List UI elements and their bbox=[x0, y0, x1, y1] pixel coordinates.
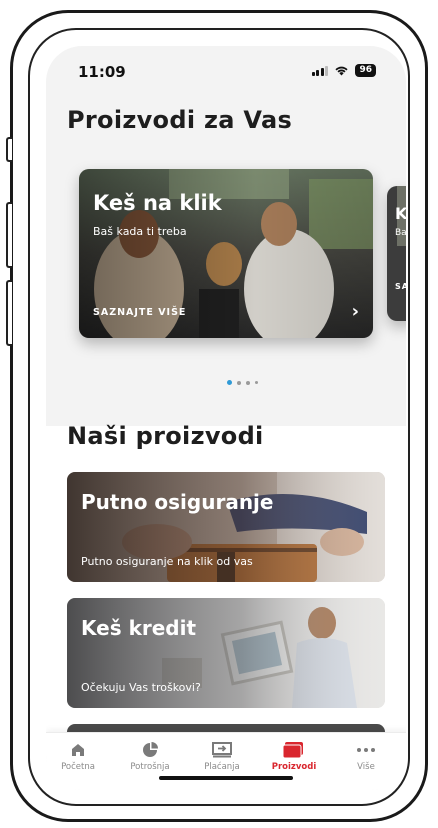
volume-up-button bbox=[6, 202, 12, 268]
tab-label: Proizvodi bbox=[271, 762, 317, 772]
product-title: Putno osiguranje bbox=[81, 490, 274, 514]
carousel-dot-active bbox=[227, 380, 232, 385]
promo-card-next[interactable]: K Ba SAZ bbox=[387, 186, 406, 321]
app-screen: 11:09 96 Proizvodi za Vas Keš na klik Ba… bbox=[46, 46, 406, 790]
transfer-icon bbox=[192, 741, 252, 759]
battery-indicator: 96 bbox=[355, 64, 376, 77]
promo-subtitle: Baš kada ti treba bbox=[93, 225, 187, 238]
volume-down-button bbox=[6, 280, 12, 346]
promo-card-cash-on-click[interactable]: Keš na klik Baš kada ti treba SAZNAJTE V… bbox=[79, 169, 373, 338]
status-bar: 11:09 96 bbox=[46, 46, 406, 90]
tab-more[interactable]: Više bbox=[336, 741, 396, 772]
promo-title: Keš na klik bbox=[93, 191, 222, 215]
wifi-icon bbox=[335, 66, 349, 76]
mute-switch bbox=[6, 137, 12, 162]
card-icon bbox=[264, 741, 324, 759]
promo-next-title: K bbox=[395, 204, 406, 223]
more-icon bbox=[336, 741, 396, 759]
chevron-right-icon[interactable]: › bbox=[352, 301, 359, 322]
tab-label: Plaćanja bbox=[204, 762, 240, 772]
product-card-cash-credit[interactable]: Keš kredit Očekuju Vas troškovi? bbox=[67, 598, 385, 708]
product-card-travel-insurance[interactable]: Putno osiguranje Putno osiguranje na kli… bbox=[67, 472, 385, 582]
home-icon bbox=[48, 741, 108, 759]
status-icons: 96 bbox=[311, 64, 376, 77]
promo-next-subtitle: Ba bbox=[395, 228, 406, 238]
tab-label: Potrošnja bbox=[130, 762, 170, 772]
tab-bar: Početna Potrošnja Plaćanja Proizvodi Viš… bbox=[46, 732, 406, 790]
carousel-dot bbox=[237, 380, 241, 385]
signal-icon bbox=[311, 65, 329, 76]
for-you-title: Proizvodi za Vas bbox=[67, 106, 293, 134]
carousel-indicator[interactable] bbox=[227, 380, 258, 385]
tab-payments[interactable]: Plaćanja bbox=[192, 741, 252, 772]
product-title: Keš kredit bbox=[81, 616, 197, 640]
tab-label: Više bbox=[357, 762, 375, 772]
product-subtitle: Očekuju Vas troškovi? bbox=[81, 681, 201, 694]
tab-spending[interactable]: Potrošnja bbox=[120, 741, 180, 772]
tab-label: Početna bbox=[61, 762, 95, 772]
learn-more-link[interactable]: SAZNAJTE VIŠE bbox=[93, 307, 186, 318]
home-indicator[interactable] bbox=[159, 776, 293, 780]
carousel-dot bbox=[255, 381, 258, 384]
pie-chart-icon bbox=[120, 741, 180, 759]
carousel-dot bbox=[246, 380, 250, 385]
tab-home[interactable]: Početna bbox=[48, 741, 108, 772]
our-products-title: Naši proizvodi bbox=[67, 422, 264, 450]
status-time: 11:09 bbox=[78, 63, 126, 81]
product-subtitle: Putno osiguranje na klik od vas bbox=[81, 555, 253, 568]
promo-next-cta: SAZ bbox=[395, 282, 406, 291]
tab-products[interactable]: Proizvodi bbox=[264, 741, 324, 772]
